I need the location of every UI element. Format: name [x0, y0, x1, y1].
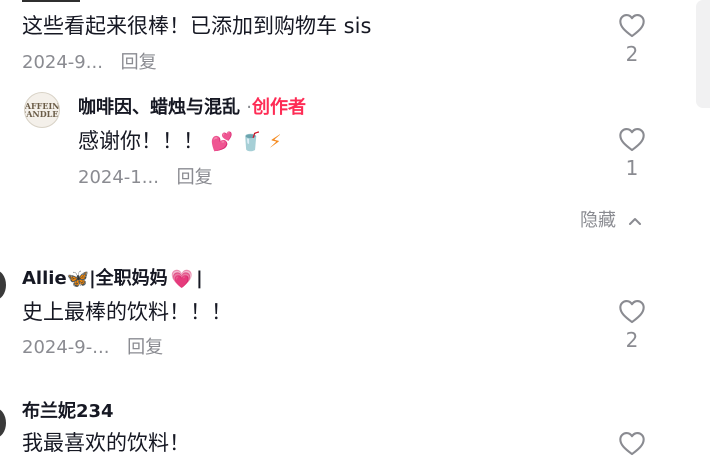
chevron-up-icon [628, 218, 641, 225]
comment-text: 这些看起来很棒！已添加到购物车 sis [22, 14, 372, 38]
avatar[interactable]: CAFFEINE CANDLES [24, 92, 60, 128]
avatar[interactable] [0, 408, 6, 438]
cup-icon: 🥤 [239, 131, 263, 153]
lightning-icon: ⚡ [268, 131, 282, 153]
comment-meta: 2024-9-... 回复 [22, 333, 163, 359]
username-suffix: |全职妈妈 [89, 268, 168, 289]
like-count: 2 [625, 42, 639, 66]
comment-text: 史上最棒的饮料！！！ [22, 300, 232, 324]
comment-date: 2024-9... [22, 52, 103, 73]
like-count: 1 [625, 156, 639, 180]
creator-badge: 创作者 [252, 97, 307, 118]
like-button[interactable]: 1 [612, 126, 652, 180]
like-button[interactable]: 2 [612, 298, 652, 352]
two-hearts-icon: 💕 [210, 131, 234, 153]
comment-meta: 2024-9... 回复 [22, 48, 157, 74]
like-button[interactable]: 2 [612, 12, 652, 66]
butterfly-icon: 🦋 [66, 268, 90, 290]
comment-date: 2024-1... [78, 167, 159, 188]
reply-button[interactable]: 回复 [127, 337, 163, 358]
username[interactable]: 咖啡因、蜡烛与混乱 [78, 97, 240, 118]
comment-meta: 2024-1... 回复 [78, 163, 213, 189]
scrollbar[interactable] [696, 0, 710, 108]
reply-text-row: 感谢你！！！ 💕 🥤 ⚡ [78, 125, 282, 155]
hide-replies-label: 隐藏 [580, 210, 616, 231]
username[interactable]: 布兰妮234 [22, 397, 114, 423]
username-end: | [196, 268, 203, 289]
previous-avatar-edge [22, 0, 80, 2]
heart-icon [619, 128, 645, 152]
comment-text: 感谢你！！！ [78, 129, 204, 153]
username-row: Allie🦋|全职妈妈 💗 | [22, 264, 203, 290]
reply-username-row: 咖啡因、蜡烛与混乱 ·创作者 [78, 93, 306, 119]
heart-icon [619, 432, 645, 456]
like-count: 2 [625, 328, 639, 352]
hide-replies-button[interactable]: 隐藏 [580, 206, 642, 232]
avatar[interactable] [0, 270, 6, 300]
reply-button[interactable]: 回复 [121, 52, 157, 73]
like-button[interactable] [612, 430, 652, 456]
comment-text: 我最喜欢的饮料！ [22, 431, 190, 455]
heart-icon [619, 300, 645, 324]
heart-icon [619, 14, 645, 38]
comment-date: 2024-9-... [22, 337, 110, 358]
sparkling-heart-icon: 💗 [170, 268, 194, 290]
username[interactable]: Allie [22, 268, 67, 289]
reply-button[interactable]: 回复 [177, 167, 213, 188]
